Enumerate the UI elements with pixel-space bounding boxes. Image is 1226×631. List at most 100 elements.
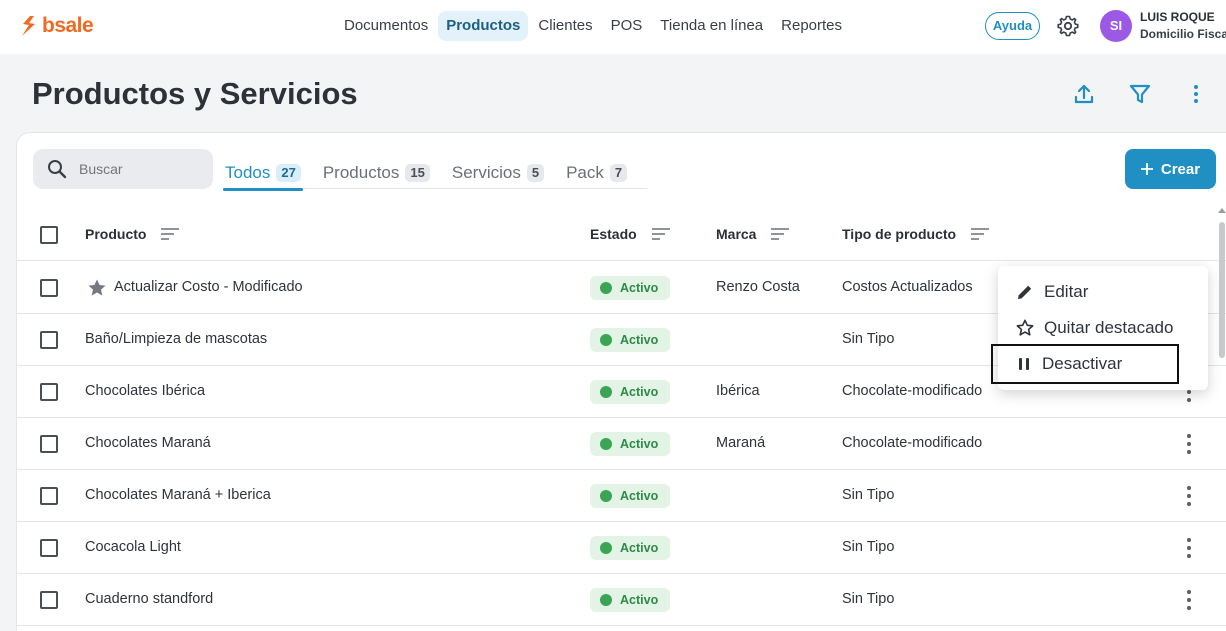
nav-documentos[interactable]: Documentos (336, 11, 436, 41)
star-outline-icon (1016, 319, 1034, 336)
column-estado[interactable]: Estado (590, 226, 671, 242)
product-type: Sin Tipo (842, 487, 895, 503)
table-row[interactable]: Chocolates Maraná Activo Maraná Chocolat… (17, 418, 1226, 470)
product-type: Chocolate-modificado (842, 435, 983, 451)
table-row[interactable]: Cuaderno standford Activo Sin Tipo (17, 574, 1226, 626)
bsale-logo[interactable]: bsale (20, 14, 94, 38)
sort-icon[interactable] (970, 227, 990, 241)
product-type: Sin Tipo (842, 539, 895, 555)
star-icon[interactable] (87, 278, 107, 298)
product-type: Sin Tipo (842, 331, 895, 347)
row-checkbox[interactable] (40, 383, 58, 401)
user-office[interactable]: Domicilio Fiscal (1140, 27, 1226, 41)
upload-icon[interactable] (1072, 82, 1096, 106)
product-type: Chocolate-modificado (842, 383, 983, 399)
nav-pos[interactable]: POS (603, 11, 651, 41)
status-text: Activo (620, 489, 659, 503)
menu-item-label: Editar (1044, 282, 1089, 301)
status-dot (600, 386, 612, 398)
status-badge: Activo (590, 380, 670, 404)
sort-icon[interactable] (651, 227, 671, 241)
menu-item-editar[interactable]: Editar (998, 274, 1208, 310)
search-icon (48, 160, 67, 179)
tab-count-badge: 15 (405, 164, 430, 182)
column-label: Marca (716, 226, 757, 242)
nav-tienda-en-linea[interactable]: Tienda en línea (652, 11, 771, 41)
tab-label: Servicios (451, 163, 521, 182)
search-box[interactable] (33, 149, 213, 189)
product-type: Costos Actualizados (842, 279, 973, 295)
column-label: Producto (85, 226, 147, 242)
scrollbar-thumb[interactable] (1219, 222, 1225, 358)
logo-text: bsale (42, 14, 94, 37)
bsale-logo-icon (22, 16, 35, 36)
menu-item-quitar-destacado[interactable]: Quitar destacado (998, 310, 1208, 346)
tab-todos[interactable]: Todos 27 (223, 157, 303, 191)
status-dot (600, 490, 612, 502)
avatar[interactable]: SI (1100, 10, 1132, 42)
product-name[interactable]: Chocolates Ibérica (85, 383, 205, 399)
select-all-checkbox[interactable] (40, 226, 58, 244)
tab-count-badge: 5 (526, 164, 545, 182)
create-button-label: Crear (1160, 160, 1201, 178)
row-more-icon[interactable] (1183, 432, 1195, 456)
row-checkbox[interactable] (40, 487, 58, 505)
tab-label: Pack (566, 163, 604, 182)
nav-clientes[interactable]: Clientes (530, 11, 600, 41)
row-checkbox[interactable] (40, 279, 58, 297)
filter-icon[interactable] (1128, 82, 1152, 106)
column-label: Tipo de producto (842, 226, 957, 242)
column-tipo-de-producto[interactable]: Tipo de producto (842, 226, 990, 242)
product-name[interactable]: Baño/Limpieza de mascotas (85, 331, 267, 347)
product-name[interactable]: Chocolates Maraná (85, 435, 211, 451)
menu-item-desactivar[interactable]: Desactivar (991, 344, 1179, 384)
tab-count-badge: 7 (609, 164, 628, 182)
pause-icon (1019, 358, 1029, 370)
sort-icon[interactable] (770, 227, 790, 241)
status-text: Activo (620, 541, 659, 555)
main-nav: Documentos Productos Clientes POS Tienda… (336, 11, 852, 41)
product-name[interactable]: Cocacola Light (85, 539, 181, 555)
help-button[interactable]: Ayuda (985, 12, 1040, 40)
nav-reportes[interactable]: Reportes (773, 11, 850, 41)
tab-label: Todos (225, 163, 271, 182)
row-checkbox[interactable] (40, 539, 58, 557)
product-name[interactable]: Actualizar Costo - Modificado (114, 279, 303, 295)
brand: Maraná (716, 435, 766, 451)
column-producto[interactable]: Producto (85, 226, 180, 242)
table-row[interactable]: Chocolates Maraná + Iberica Activo Sin T… (17, 470, 1226, 522)
row-more-icon[interactable] (1183, 484, 1195, 508)
row-checkbox[interactable] (40, 591, 58, 609)
status-badge: Activo (590, 588, 670, 612)
row-more-icon[interactable] (1183, 536, 1195, 560)
gear-icon[interactable] (1056, 14, 1080, 38)
status-badge: Activo (590, 484, 670, 508)
tab-pack[interactable]: Pack 7 (564, 157, 629, 189)
row-more-icon[interactable] (1183, 588, 1195, 612)
row-checkbox[interactable] (40, 331, 58, 349)
sort-icon[interactable] (160, 227, 180, 241)
status-badge: Activo (590, 328, 670, 352)
scroll-up-arrow[interactable] (1218, 208, 1226, 213)
more-vertical-icon[interactable] (1184, 82, 1208, 106)
status-text: Activo (620, 385, 659, 399)
status-dot (600, 334, 612, 346)
brand: Renzo Costa (716, 279, 800, 295)
tab-productos[interactable]: Productos 15 (321, 157, 432, 189)
table-header: Producto Estado Marca Tipo de producto (17, 209, 1226, 261)
create-button[interactable]: Crear (1125, 149, 1216, 189)
column-marca[interactable]: Marca (716, 226, 790, 242)
column-label: Estado (590, 226, 637, 242)
nav-productos[interactable]: Productos (438, 11, 529, 41)
table-row[interactable]: Cocacola Light Activo Sin Tipo (17, 522, 1226, 574)
row-context-menu: Editar Quitar destacado Desactivar (991, 266, 1208, 390)
search-input[interactable] (79, 159, 199, 179)
page-title: Productos y Servicios (32, 76, 358, 111)
product-name[interactable]: Chocolates Maraná + Iberica (85, 487, 271, 503)
user-name[interactable]: LUIS ROQUE (1140, 10, 1215, 24)
status-text: Activo (620, 281, 659, 295)
tab-servicios[interactable]: Servicios 5 (450, 157, 546, 189)
row-checkbox[interactable] (40, 435, 58, 453)
product-name[interactable]: Cuaderno standford (85, 591, 213, 607)
status-text: Activo (620, 333, 659, 347)
